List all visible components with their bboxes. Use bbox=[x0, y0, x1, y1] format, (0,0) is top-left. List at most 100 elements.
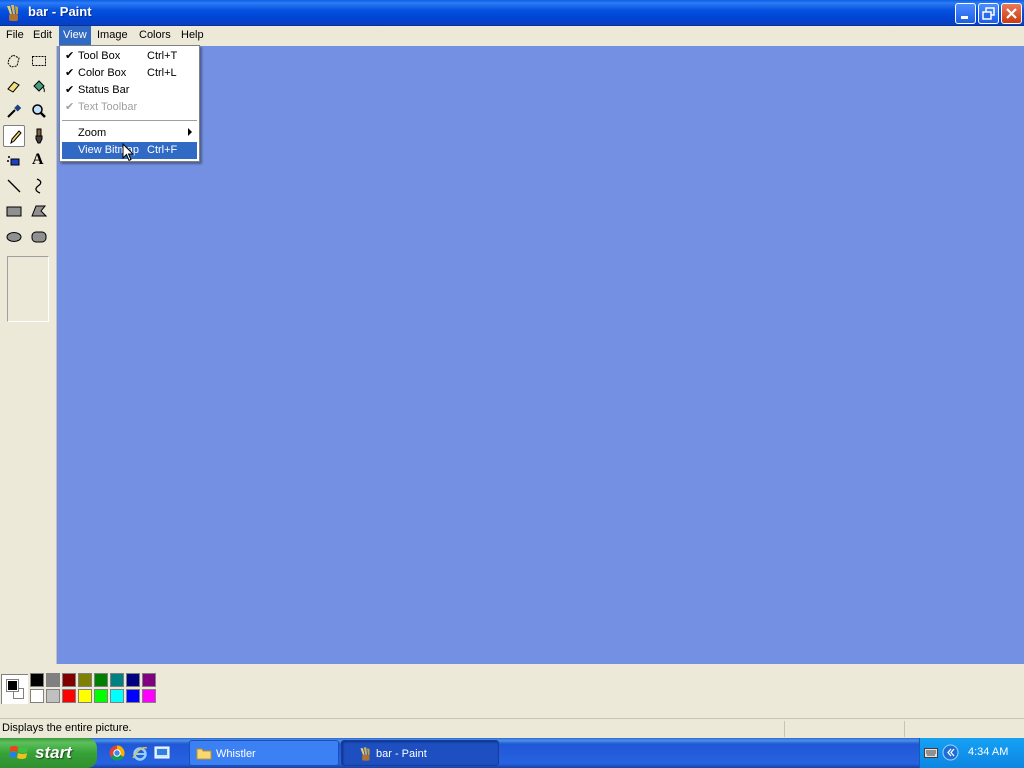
minimize-button[interactable] bbox=[955, 3, 976, 24]
palette-swatch[interactable] bbox=[142, 673, 156, 687]
palette-swatch[interactable] bbox=[78, 689, 92, 703]
color-box bbox=[0, 664, 1024, 714]
system-tray: 4:34 AM bbox=[919, 738, 1024, 768]
airbrush-icon bbox=[7, 156, 20, 166]
tool-magnifier[interactable] bbox=[28, 100, 50, 122]
menu-item-status-bar[interactable]: ✔ Status Bar bbox=[62, 82, 197, 99]
rounded-rectangle-icon bbox=[31, 231, 47, 243]
palette-swatch[interactable] bbox=[46, 689, 60, 703]
menu-item-text-toolbar[interactable]: ✔ Text Toolbar bbox=[62, 99, 197, 116]
taskbar-button-paint[interactable]: bar - Paint bbox=[341, 740, 499, 766]
palette-swatch[interactable] bbox=[62, 689, 76, 703]
palette-swatch[interactable] bbox=[46, 673, 60, 687]
tool-airbrush[interactable] bbox=[3, 150, 25, 172]
tool-ellipse[interactable] bbox=[3, 225, 25, 247]
menu-edit[interactable]: Edit bbox=[29, 26, 56, 45]
close-button[interactable] bbox=[1001, 3, 1022, 24]
palette-swatch[interactable] bbox=[78, 673, 92, 687]
taskbar-button-whistler[interactable]: Whistler bbox=[189, 740, 339, 766]
window-title: bar - Paint bbox=[28, 4, 92, 19]
palette-swatch[interactable] bbox=[94, 689, 108, 703]
show-desktop-icon[interactable] bbox=[154, 745, 170, 761]
tool-box: A bbox=[0, 46, 56, 664]
menu-item-label: Color Box bbox=[78, 67, 127, 79]
status-bar: Displays the entire picture. bbox=[0, 718, 1024, 738]
paint-icon bbox=[360, 747, 370, 761]
restore-icon bbox=[982, 7, 995, 20]
menu-image[interactable]: Image bbox=[93, 26, 132, 45]
current-colors[interactable] bbox=[1, 674, 28, 704]
chrome-icon[interactable] bbox=[109, 745, 125, 761]
tool-brush[interactable] bbox=[28, 125, 50, 147]
minimize-icon bbox=[961, 16, 968, 19]
tool-line[interactable] bbox=[3, 175, 25, 197]
check-icon: ✔ bbox=[65, 84, 75, 96]
tool-rectangle[interactable] bbox=[3, 200, 25, 222]
tool-pick-color[interactable] bbox=[3, 100, 25, 122]
menu-view[interactable]: View bbox=[59, 26, 91, 45]
menu-item-label: Tool Box bbox=[78, 50, 121, 62]
magnifier-icon bbox=[32, 104, 46, 118]
palette-swatch[interactable] bbox=[110, 689, 124, 703]
palette-swatch[interactable] bbox=[142, 689, 156, 703]
eraser-icon bbox=[7, 81, 20, 93]
fill-icon bbox=[33, 80, 45, 93]
menu-colors[interactable]: Colors bbox=[135, 26, 175, 45]
status-text: Displays the entire picture. bbox=[2, 722, 132, 734]
tool-rounded-rectangle[interactable] bbox=[28, 225, 50, 247]
free-form-select-icon bbox=[7, 54, 20, 68]
menu-item-label: Text Toolbar bbox=[78, 101, 138, 113]
palette-swatch[interactable] bbox=[110, 673, 124, 687]
polygon-icon bbox=[31, 205, 47, 217]
tool-text[interactable]: A bbox=[28, 150, 50, 172]
menu-item-label: Zoom bbox=[78, 127, 107, 139]
pencil-icon bbox=[10, 130, 22, 145]
show-hidden-icons-icon[interactable] bbox=[942, 744, 959, 761]
check-icon: ✔ bbox=[65, 50, 75, 62]
check-icon: ✔ bbox=[65, 101, 75, 113]
restore-button[interactable] bbox=[978, 3, 999, 24]
tool-options-panel[interactable] bbox=[7, 256, 49, 322]
menu-item-tool-box[interactable]: ✔ Tool Box Ctrl+T bbox=[62, 48, 197, 65]
windows-logo-icon bbox=[9, 746, 28, 759]
internet-explorer-icon[interactable] bbox=[132, 745, 148, 761]
curve-icon bbox=[35, 178, 42, 194]
menu-bar: File Edit View Image Colors Help bbox=[0, 26, 1024, 45]
clock: 4:34 AM bbox=[968, 746, 1009, 758]
palette-swatch[interactable] bbox=[30, 689, 44, 703]
taskbar: start Whistler bar - Paint 4:34 AM bbox=[0, 738, 1024, 768]
pick-color-icon bbox=[7, 104, 22, 118]
palette-swatch[interactable] bbox=[126, 673, 140, 687]
line-icon bbox=[7, 179, 21, 193]
status-pane-size bbox=[904, 721, 905, 737]
status-pane-coords bbox=[784, 721, 785, 737]
tool-select[interactable] bbox=[28, 50, 50, 72]
folder-icon bbox=[196, 748, 212, 760]
menu-item-zoom[interactable]: Zoom bbox=[62, 125, 197, 142]
ellipse-icon bbox=[6, 232, 22, 242]
paint-app-icon[interactable] bbox=[4, 4, 21, 22]
palette-swatch[interactable] bbox=[94, 673, 108, 687]
palette-swatch[interactable] bbox=[30, 673, 44, 687]
foreground-color-swatch bbox=[6, 679, 19, 692]
menu-item-shortcut: Ctrl+F bbox=[147, 144, 178, 156]
tool-polygon[interactable] bbox=[28, 200, 50, 222]
start-button[interactable]: start bbox=[0, 738, 97, 768]
title-bar[interactable]: bar - Paint bbox=[0, 0, 1024, 26]
drawing-canvas[interactable] bbox=[56, 46, 1024, 664]
tool-eraser[interactable] bbox=[3, 75, 25, 97]
tool-curve[interactable] bbox=[28, 175, 50, 197]
menu-item-color-box[interactable]: ✔ Color Box Ctrl+L bbox=[62, 65, 197, 82]
tool-pencil[interactable] bbox=[3, 125, 25, 147]
palette-swatch[interactable] bbox=[126, 689, 140, 703]
start-label: start bbox=[35, 743, 72, 762]
close-icon bbox=[1006, 8, 1017, 19]
palette-swatch[interactable] bbox=[62, 673, 76, 687]
menu-file[interactable]: File bbox=[2, 26, 28, 45]
select-icon bbox=[32, 56, 46, 66]
brush-icon bbox=[35, 128, 43, 144]
tool-fill[interactable] bbox=[28, 75, 50, 97]
keyboard-icon[interactable] bbox=[924, 747, 938, 759]
tool-free-form-select[interactable] bbox=[3, 50, 25, 72]
menu-help[interactable]: Help bbox=[177, 26, 208, 45]
